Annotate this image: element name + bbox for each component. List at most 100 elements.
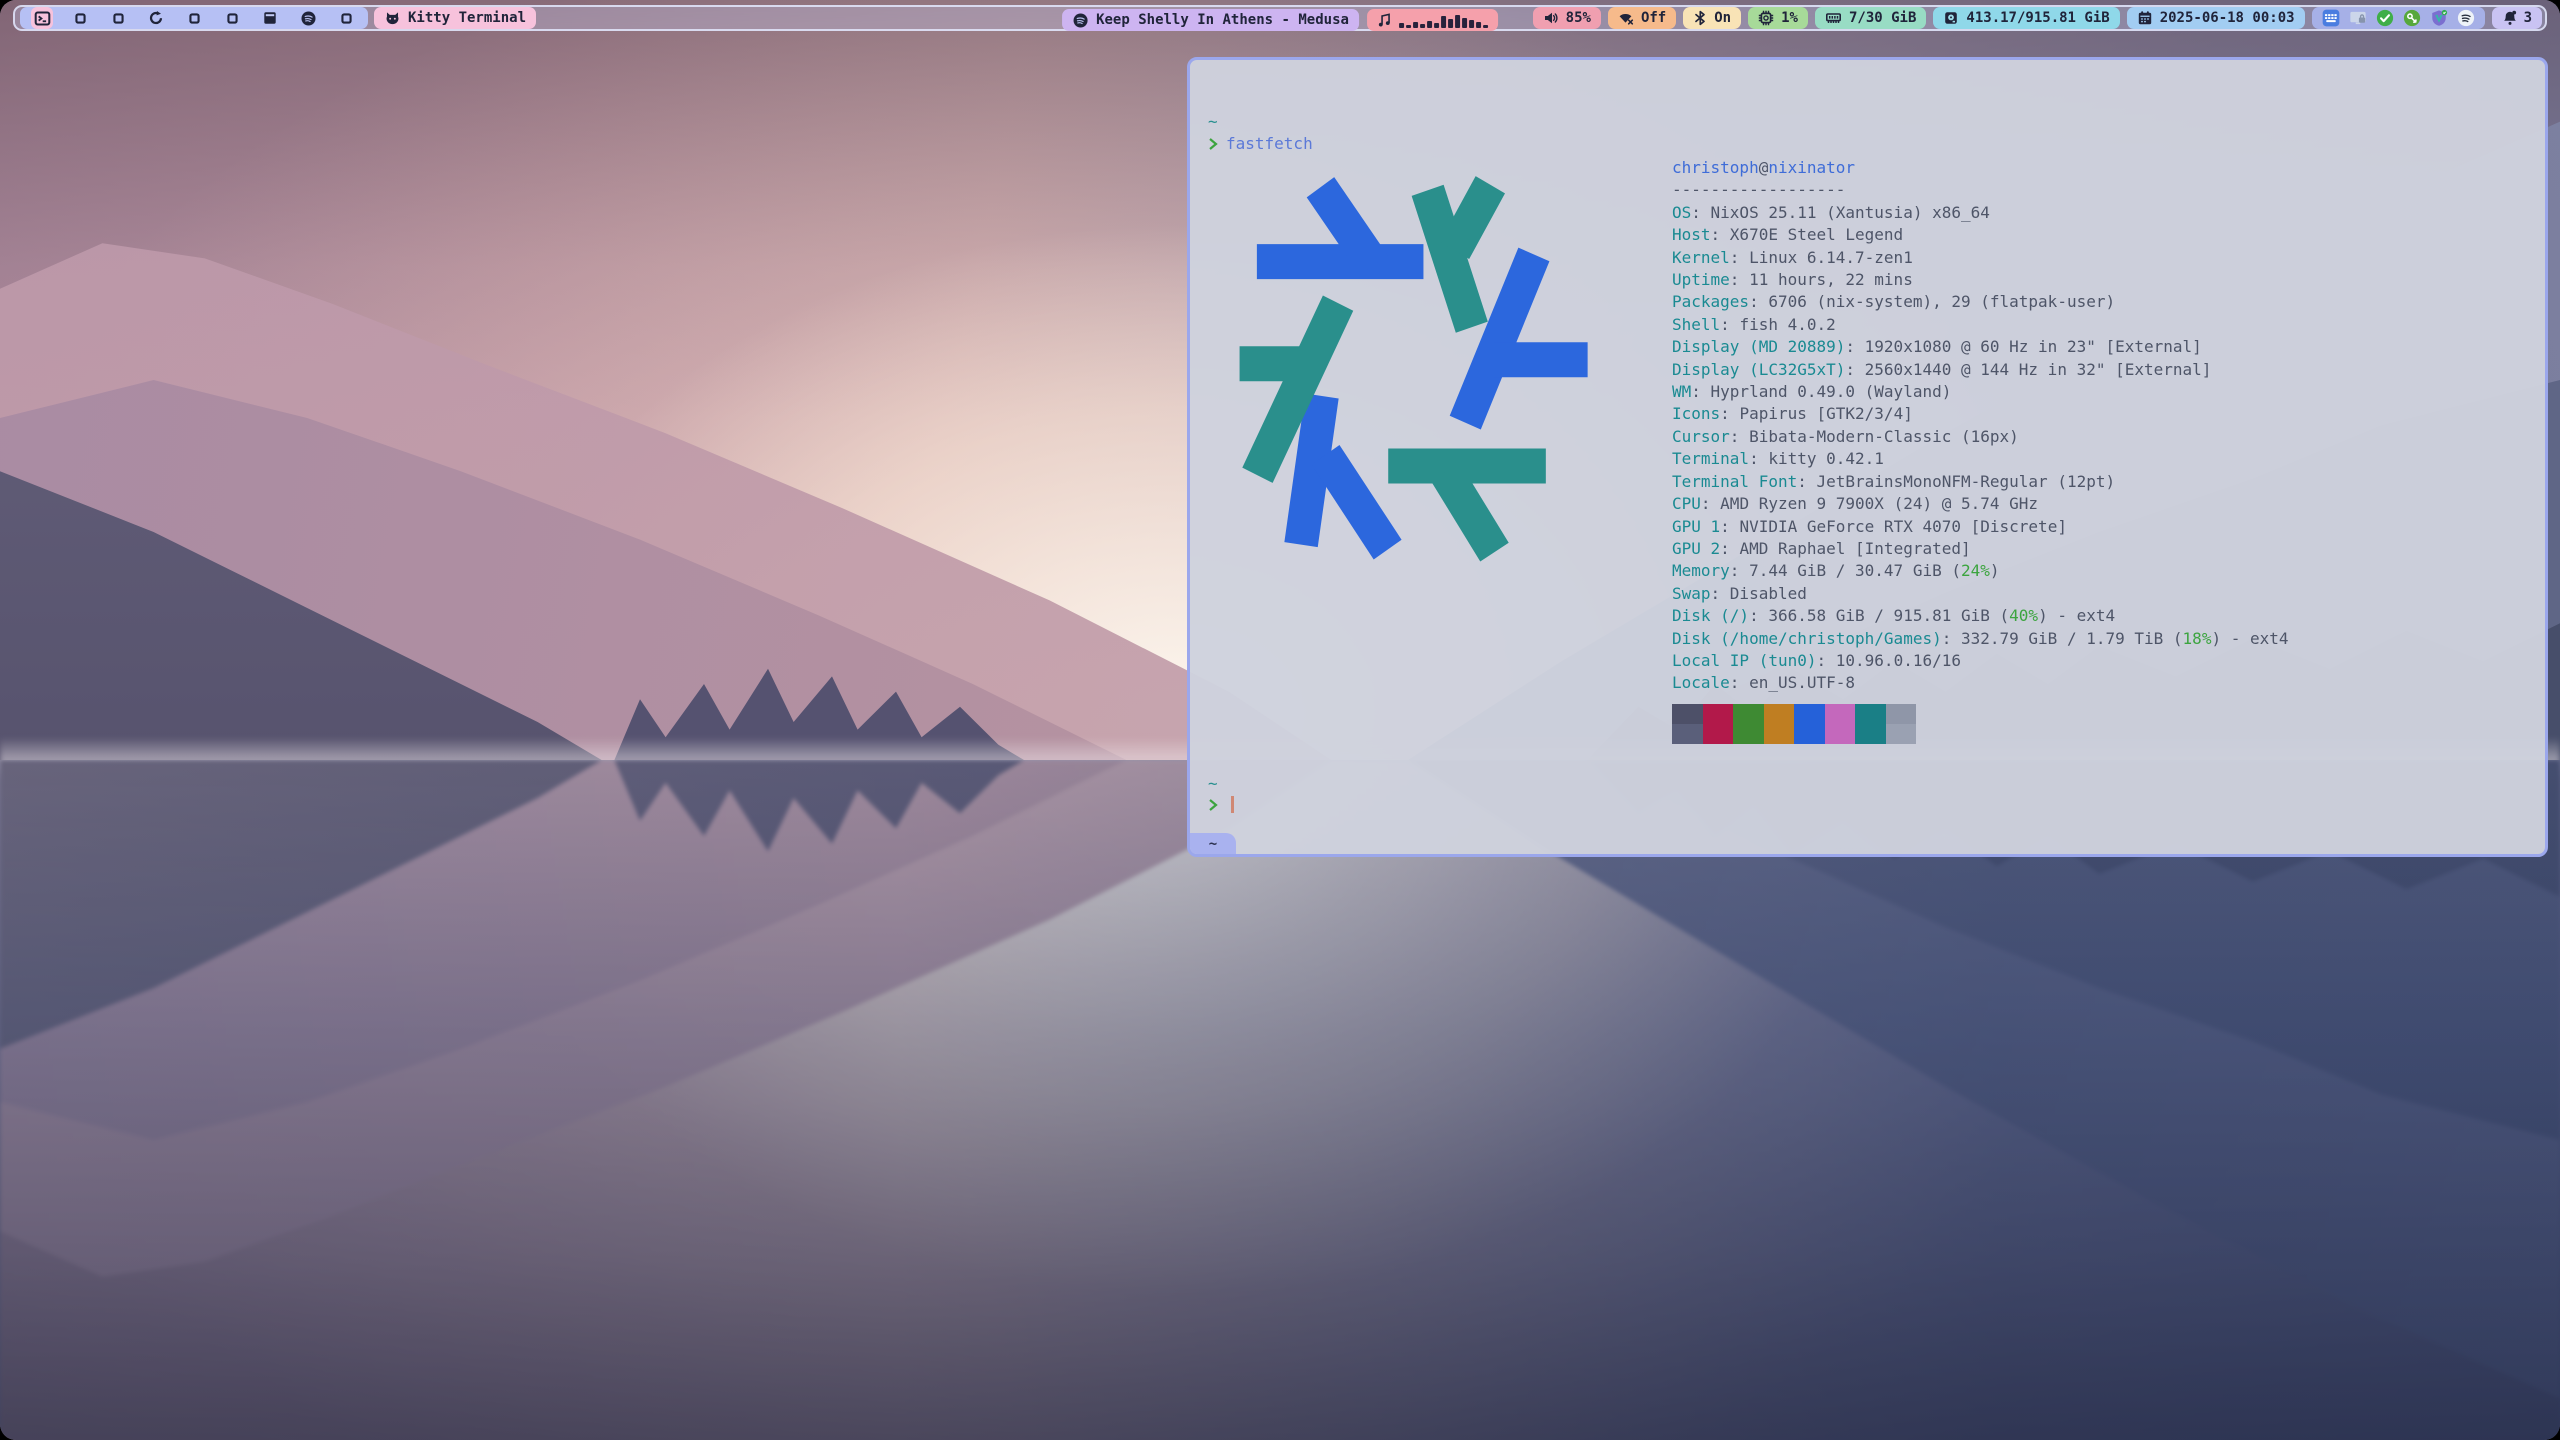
spotify-icon bbox=[1072, 12, 1089, 29]
speaker-icon bbox=[1543, 10, 1559, 26]
fetch-line: Locale: en_US.UTF-8 bbox=[1672, 672, 2289, 694]
fastfetch-output: christoph@nixinator------------------OS:… bbox=[1672, 157, 2289, 695]
prompt-path: ~ bbox=[1208, 112, 1218, 131]
desktop: Kitty Terminal Keep Shelly In Athens - M… bbox=[0, 0, 2560, 1440]
visualizer-bar bbox=[1469, 20, 1474, 28]
workspace-button-7-files-icon[interactable] bbox=[259, 7, 281, 29]
palette-swatch bbox=[1825, 704, 1856, 724]
music-note-icon bbox=[1377, 12, 1393, 28]
fetch-line: Display (MD 20889): 1920x1080 @ 60 Hz in… bbox=[1672, 336, 2289, 358]
prompt-chevron-icon bbox=[1208, 797, 1218, 813]
visualizer-pill bbox=[1367, 9, 1498, 31]
bar-center: Keep Shelly In Athens - Medusa bbox=[1062, 9, 1498, 31]
network-value: Off bbox=[1641, 10, 1666, 26]
fetch-line: Packages: 6706 (nix-system), 29 (flatpak… bbox=[1672, 291, 2289, 313]
keyboard-icon[interactable] bbox=[2322, 9, 2340, 27]
cpu-value: 1% bbox=[1781, 10, 1798, 26]
fetch-line: CPU: AMD Ryzen 9 7900X (24) @ 5.74 GHz bbox=[1672, 493, 2289, 515]
palette-swatch bbox=[1886, 704, 1917, 724]
fetch-line: Host: X670E Steel Legend bbox=[1672, 224, 2289, 246]
key-icon[interactable] bbox=[2403, 9, 2421, 27]
network-widget[interactable]: Off bbox=[1608, 7, 1676, 29]
fetch-line: Icons: Papirus [GTK2/3/4] bbox=[1672, 403, 2289, 425]
cpu-widget[interactable]: 1% bbox=[1748, 7, 1808, 29]
workspace-button-5-empty-icon[interactable] bbox=[183, 7, 205, 29]
top-bar: Kitty Terminal Keep Shelly In Athens - M… bbox=[13, 5, 2547, 31]
nixos-logo bbox=[1233, 160, 1633, 575]
prompt-chevron-icon bbox=[1208, 136, 1218, 152]
visualizer-bar bbox=[1448, 19, 1453, 28]
palette-swatch bbox=[1764, 724, 1795, 744]
palette-swatch bbox=[1672, 704, 1703, 724]
notifications-pill[interactable]: 3 bbox=[2492, 7, 2542, 29]
palette-swatch bbox=[1886, 724, 1917, 744]
check-icon[interactable] bbox=[2376, 9, 2394, 27]
workspace-button-1-terminal-icon[interactable] bbox=[31, 7, 53, 29]
volume-value: 85% bbox=[1566, 10, 1591, 26]
visualizer-bar bbox=[1434, 23, 1439, 28]
fetch-line: WM: Hyprland 0.49.0 (Wayland) bbox=[1672, 381, 2289, 403]
volume-widget[interactable]: 85% bbox=[1533, 7, 1601, 29]
media-track: Keep Shelly In Athens - Medusa bbox=[1096, 12, 1349, 28]
workspaces bbox=[20, 7, 368, 29]
workspace-button-3-empty-icon[interactable] bbox=[107, 7, 129, 29]
media-pill[interactable]: Keep Shelly In Athens - Medusa bbox=[1062, 9, 1359, 31]
fetch-line: GPU 2: AMD Raphael [Integrated] bbox=[1672, 538, 2289, 560]
terminal-window[interactable]: ~ fastfetch christoph@nixinator---------… bbox=[1187, 57, 2548, 857]
visualizer-bar bbox=[1406, 25, 1411, 28]
workspace-button-4-browser-icon[interactable] bbox=[145, 7, 167, 29]
ram-icon bbox=[1825, 10, 1842, 26]
fetch-line: Cursor: Bibata-Modern-Classic (16px) bbox=[1672, 426, 2289, 448]
color-palette bbox=[1672, 704, 1916, 744]
bar-right: 85% Off On 1% 7/30 GiB 413.17/915.81 GiB 2025-… bbox=[1533, 7, 2542, 29]
command-text: fastfetch bbox=[1226, 134, 1313, 153]
fetch-line: Swap: Disabled bbox=[1672, 583, 2289, 605]
fetch-line: OS: NixOS 25.11 (Xantusia) x86_64 bbox=[1672, 202, 2289, 224]
memory-value: 7/30 GiB bbox=[1849, 10, 1916, 26]
audio-visualizer-bars bbox=[1399, 12, 1488, 28]
bluetooth-icon bbox=[1693, 10, 1707, 26]
vpn-icon[interactable] bbox=[2430, 9, 2448, 27]
fetch-line: Kernel: Linux 6.14.7-zen1 bbox=[1672, 247, 2289, 269]
palette-swatch bbox=[1855, 724, 1886, 744]
workspace-button-2-empty-icon[interactable] bbox=[69, 7, 91, 29]
prompt-path-2: ~ bbox=[1208, 774, 1218, 793]
bell-icon bbox=[2502, 10, 2518, 26]
window-title-pill[interactable]: Kitty Terminal bbox=[374, 7, 536, 29]
visualizer-bar bbox=[1427, 21, 1432, 28]
palette-swatch bbox=[1764, 704, 1795, 724]
clock-value: 2025-06-18 00:03 bbox=[2160, 10, 2295, 26]
spotify-tray-icon[interactable] bbox=[2457, 9, 2475, 27]
fetch-line: Terminal: kitty 0.42.1 bbox=[1672, 448, 2289, 470]
visualizer-bar bbox=[1483, 25, 1488, 28]
clock-widget[interactable]: 2025-06-18 00:03 bbox=[2127, 7, 2305, 29]
text-cursor bbox=[1231, 796, 1234, 813]
fetch-line: Disk (/): 366.58 GiB / 915.81 GiB (40%) … bbox=[1672, 605, 2289, 627]
disk-widget[interactable]: 413.17/915.81 GiB bbox=[1933, 7, 2119, 29]
visualizer-bar bbox=[1399, 23, 1404, 28]
palette-swatch bbox=[1672, 724, 1703, 744]
screenlock-icon[interactable] bbox=[2349, 9, 2367, 27]
palette-swatch bbox=[1855, 704, 1886, 724]
fetch-line: ------------------ bbox=[1672, 179, 2289, 201]
prompt-line-2[interactable] bbox=[1208, 796, 1234, 813]
fetch-line: christoph@nixinator bbox=[1672, 157, 2289, 179]
wifioff-icon bbox=[1618, 10, 1634, 26]
workspace-button-6-empty-icon[interactable] bbox=[221, 7, 243, 29]
bluetooth-value: On bbox=[1714, 10, 1731, 26]
system-tray bbox=[2312, 7, 2485, 29]
bluetooth-widget[interactable]: On bbox=[1683, 7, 1741, 29]
fetch-line: GPU 1: NVIDIA GeForce RTX 4070 [Discrete… bbox=[1672, 516, 2289, 538]
visualizer-bar bbox=[1413, 22, 1418, 28]
fetch-line: Display (LC32G5xT): 2560x1440 @ 144 Hz i… bbox=[1672, 359, 2289, 381]
notification-count: 3 bbox=[2524, 10, 2532, 26]
water-tint bbox=[0, 760, 2560, 1440]
palette-swatch bbox=[1733, 704, 1764, 724]
palette-swatch bbox=[1733, 724, 1764, 744]
visualizer-bar bbox=[1476, 22, 1481, 28]
workspace-button-9-empty-icon[interactable] bbox=[335, 7, 357, 29]
terminal-tab[interactable]: ~ bbox=[1190, 833, 1236, 854]
disk-value: 413.17/915.81 GiB bbox=[1966, 10, 2109, 26]
workspace-button-8-spotify-icon[interactable] bbox=[297, 7, 319, 29]
memory-widget[interactable]: 7/30 GiB bbox=[1815, 7, 1926, 29]
